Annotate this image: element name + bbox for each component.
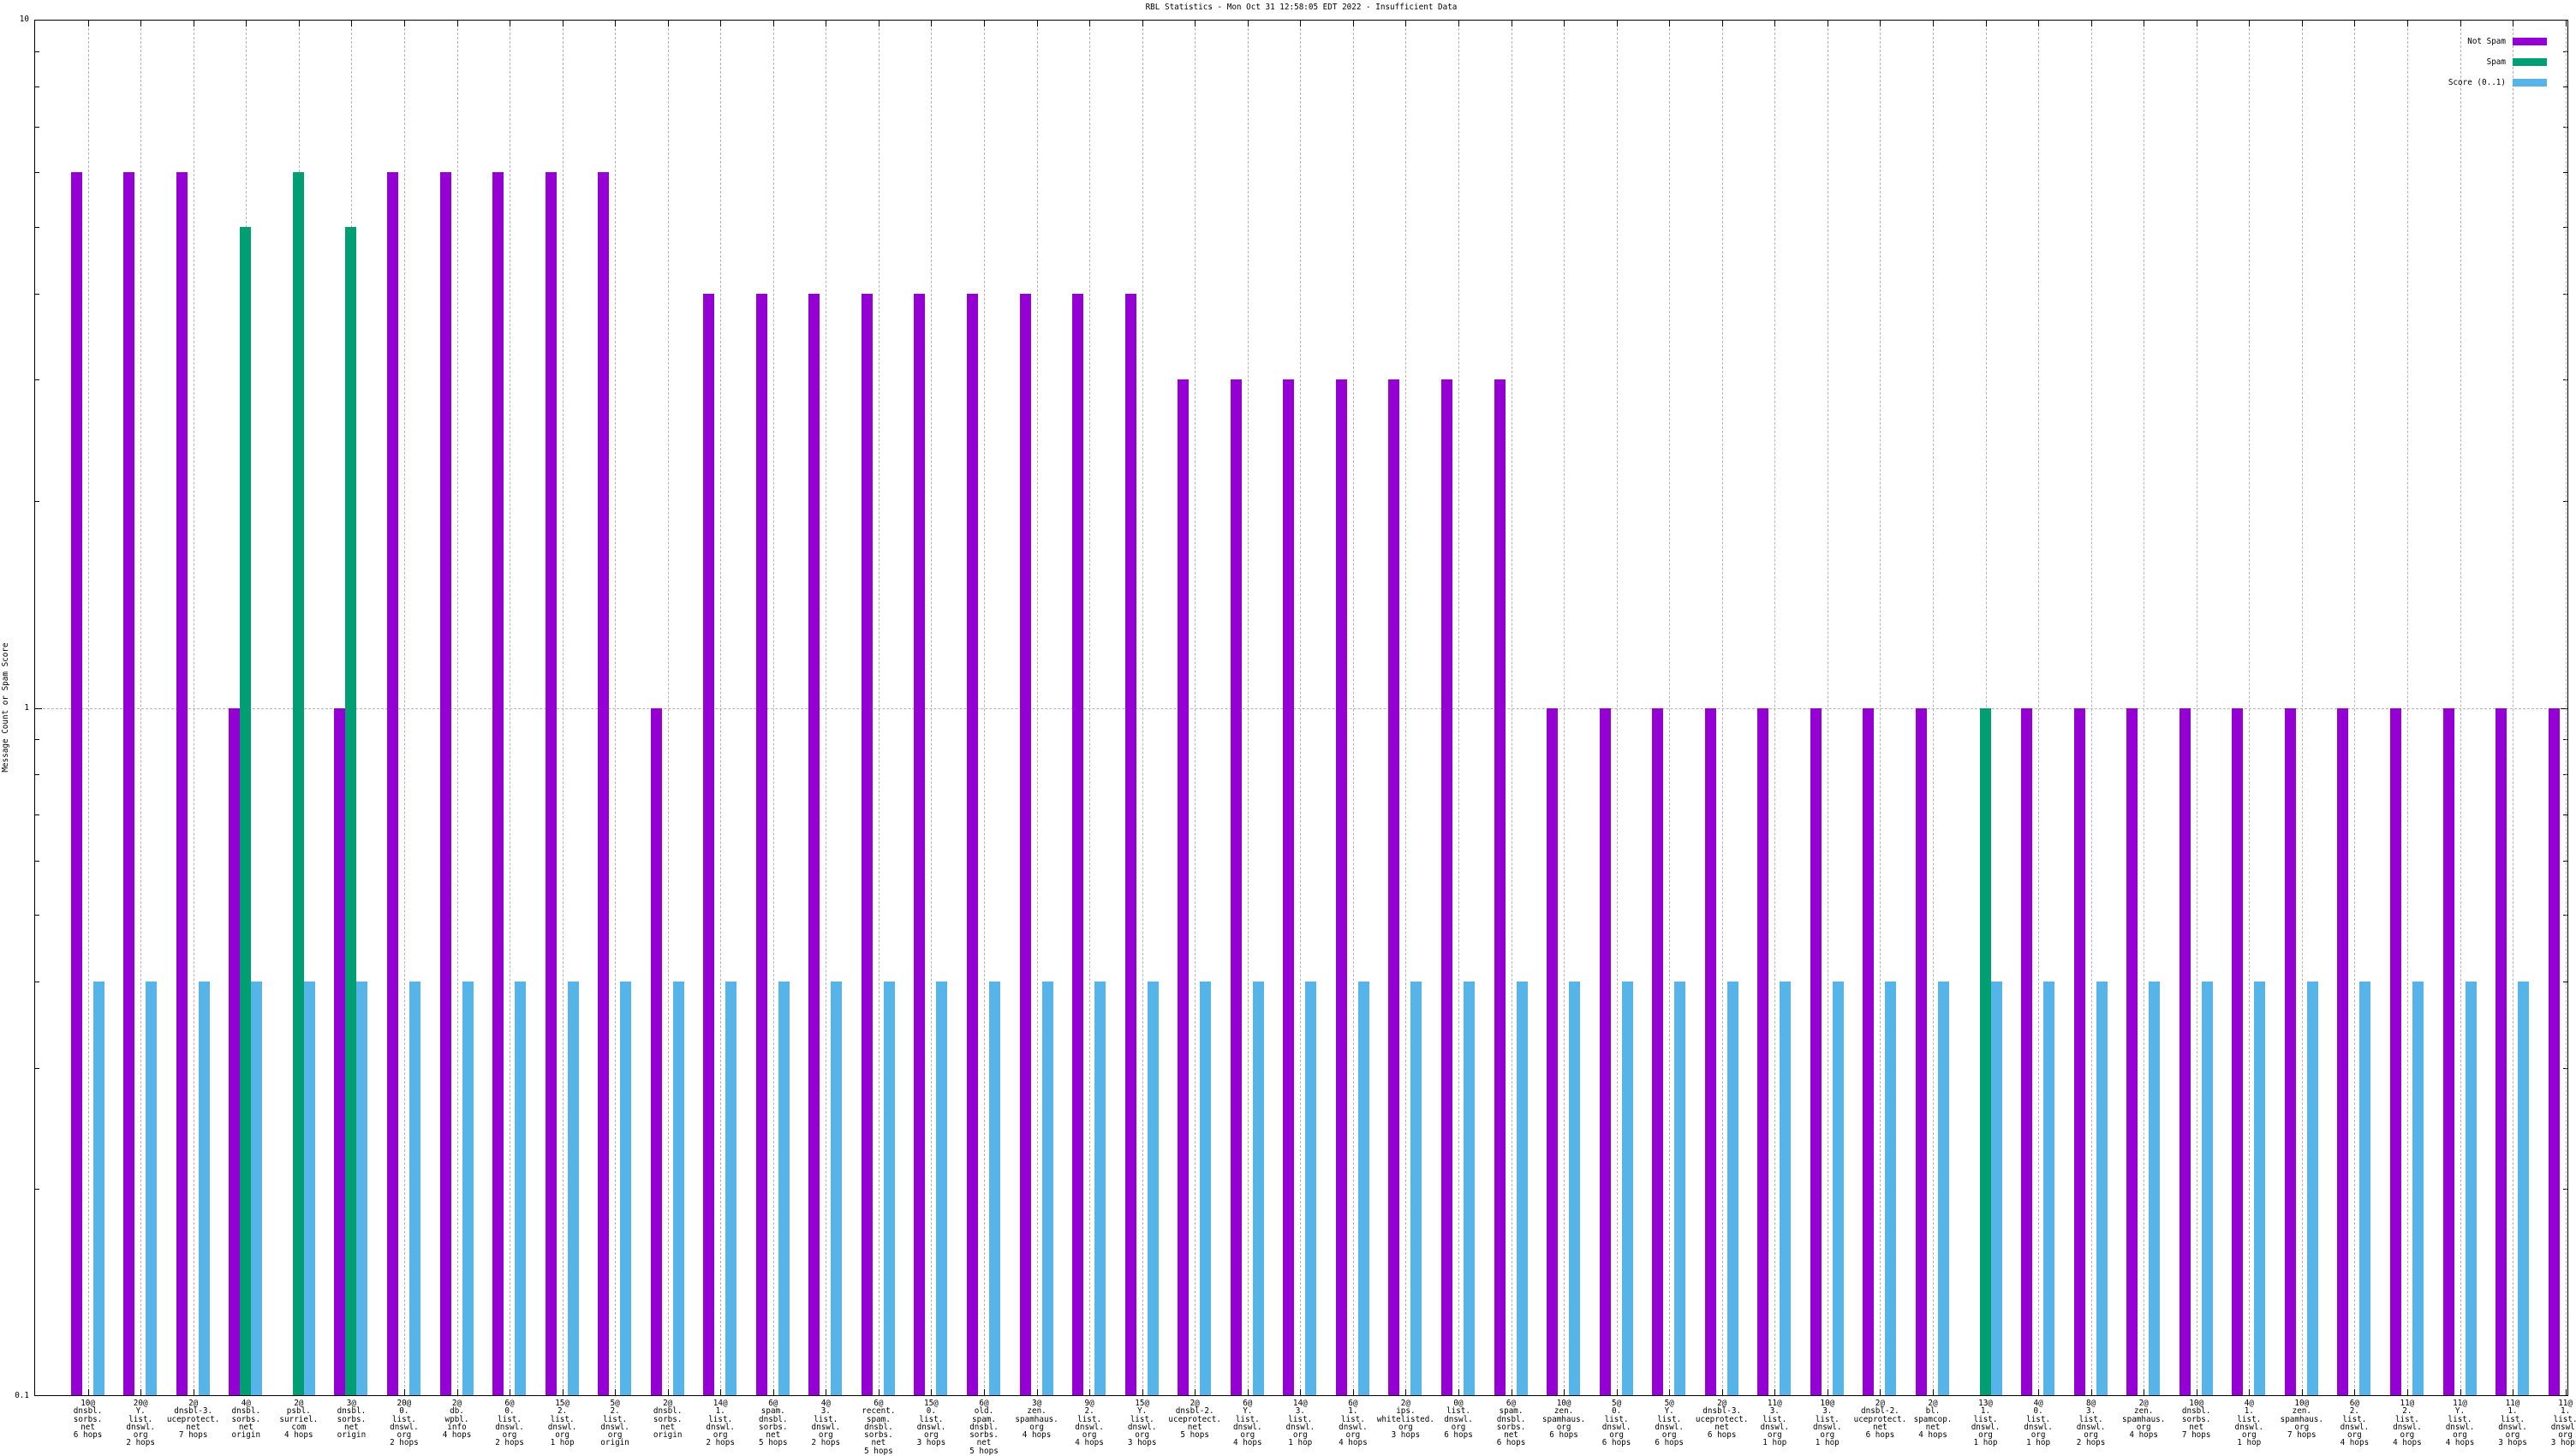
legend-swatch-spam (2513, 58, 2547, 66)
rbl-statistics-chart: RBL Statistics - Mon Oct 31 12:58:05 EDT… (0, 0, 2576, 1455)
legend-label-score: Score (0..1) (2448, 78, 2506, 87)
plot-border (34, 20, 2568, 1396)
legend-row-score: Score (0..1) (2227, 79, 2561, 87)
x-tick-label-line: 2 hops (126, 1438, 155, 1448)
x-tick-label-line: 3 hops (2550, 1438, 2576, 1448)
chart-title: RBL Statistics - Mon Oct 31 12:58:05 EDT… (1145, 3, 1458, 12)
y-tick-label-10: 10 (19, 15, 29, 24)
legend-swatch-score (2513, 79, 2547, 87)
x-tick-label-line: 4 hops (1339, 1438, 1368, 1448)
legend-row-not-spam: Not Spam (2227, 38, 2561, 46)
legend-label-not-spam: Not Spam (2467, 37, 2506, 46)
legend-label-spam: Spam (2486, 57, 2506, 67)
x-tick-label-line: 2 hops (2076, 1438, 2106, 1448)
y-tick-label-0-1: 0.1 (15, 1391, 29, 1400)
y-tick-label-1: 1 (24, 703, 29, 713)
x-tick-label-line: 5 hops (969, 1446, 999, 1456)
x-tick-label-line: 1 hop (1815, 1438, 1840, 1448)
x-tick-label: 11@1.list.dnswl.org3 hops (2480, 1399, 2576, 1447)
legend-swatch-not-spam (2513, 38, 2547, 45)
legend-row-spam: Spam (2227, 58, 2561, 67)
